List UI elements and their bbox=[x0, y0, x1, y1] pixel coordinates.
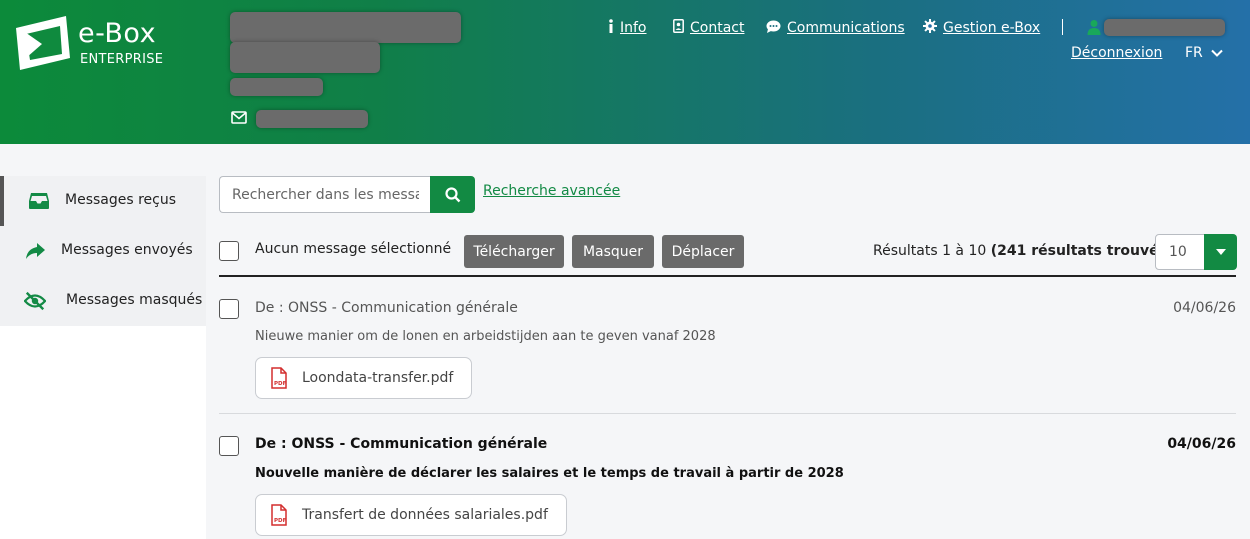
nav-gestion-link[interactable]: Gestion e-Box bbox=[943, 20, 1040, 36]
message-date: 04/06/26 bbox=[1167, 436, 1236, 452]
per-page-dropdown-button[interactable] bbox=[1204, 234, 1237, 270]
move-button[interactable]: Déplacer bbox=[662, 235, 744, 268]
search-button[interactable] bbox=[430, 176, 475, 213]
sidebar-item-sent[interactable]: Messages envoyés bbox=[0, 226, 206, 276]
redacted-company-name bbox=[230, 12, 461, 43]
message-checkbox[interactable] bbox=[219, 299, 239, 319]
attachment-chip[interactable]: PDF Loondata-transfer.pdf bbox=[255, 357, 473, 399]
download-button[interactable]: Télécharger bbox=[464, 235, 564, 268]
per-page-value: 10 bbox=[1169, 244, 1187, 260]
nav-separator bbox=[1062, 19, 1063, 35]
message-date: 04/06/26 bbox=[1173, 300, 1236, 316]
nav-communications[interactable]: Communications bbox=[766, 17, 905, 39]
language-label: FR bbox=[1185, 45, 1203, 61]
message-checkbox[interactable] bbox=[219, 436, 239, 456]
attachment-name: Loondata-transfer.pdf bbox=[302, 370, 454, 386]
svg-text:PDF: PDF bbox=[274, 381, 287, 387]
redacted-company-name-2 bbox=[230, 42, 380, 73]
message-row[interactable]: De : ONSS - Communication générale 04/06… bbox=[219, 277, 1236, 414]
main-content: Recherche avancée Aucun message sélectio… bbox=[206, 144, 1250, 539]
logo-subtitle: ENTERPRISE bbox=[80, 52, 164, 67]
inbox-icon bbox=[29, 193, 49, 209]
ebox-logo-icon bbox=[16, 16, 70, 70]
search-icon bbox=[444, 186, 460, 202]
nav-contact-link[interactable]: Contact bbox=[690, 20, 744, 36]
sidebar: Messages reçus Messages envoyés Messages… bbox=[0, 144, 206, 539]
chat-bubble-icon bbox=[766, 20, 781, 37]
nav-gestion-ebox[interactable]: Gestion e-Box bbox=[923, 17, 1040, 39]
eye-slash-icon bbox=[24, 291, 46, 311]
attachment-name: Transfert de données salariales.pdf bbox=[302, 507, 548, 523]
app-header: e-Box ENTERPRISE Info Contact Communicat… bbox=[0, 0, 1250, 144]
nav-info-link[interactable]: Info bbox=[620, 20, 647, 36]
user-icon bbox=[1087, 20, 1101, 35]
pdf-file-icon: PDF bbox=[271, 504, 287, 526]
sidebar-item-hidden[interactable]: Messages masqués bbox=[0, 276, 206, 326]
results-range: Résultats 1 à 10 bbox=[873, 243, 987, 259]
contact-card-icon bbox=[673, 19, 684, 37]
info-icon bbox=[608, 19, 614, 37]
caret-down-icon bbox=[1215, 249, 1226, 255]
selection-status: Aucun message sélectionné bbox=[255, 241, 452, 257]
redacted-email bbox=[256, 110, 368, 128]
results-summary: Résultats 1 à 10 (241 résultats trouvés) bbox=[873, 243, 1173, 259]
results-count: (241 résultats trouvés) bbox=[990, 243, 1174, 259]
ebox-logo[interactable]: e-Box ENTERPRISE bbox=[12, 14, 172, 74]
select-all-checkbox[interactable] bbox=[219, 241, 239, 261]
message-row[interactable]: De : ONSS - Communication générale 04/06… bbox=[219, 414, 1236, 539]
message-subject[interactable]: Nieuwe manier om de lonen en arbeidstijd… bbox=[255, 329, 716, 344]
nav-contact[interactable]: Contact bbox=[673, 17, 744, 39]
nav-communications-link[interactable]: Communications bbox=[787, 20, 905, 36]
language-selector[interactable]: FR bbox=[1185, 45, 1223, 61]
attachment-chip[interactable]: PDF Transfert de données salariales.pdf bbox=[255, 494, 567, 536]
pdf-file-icon: PDF bbox=[271, 367, 287, 389]
chevron-down-icon bbox=[1211, 49, 1223, 57]
sidebar-item-received[interactable]: Messages reçus bbox=[0, 176, 206, 226]
message-subject[interactable]: Nouvelle manière de déclarer les salaire… bbox=[255, 466, 844, 481]
logout-link[interactable]: Déconnexion bbox=[1071, 45, 1162, 61]
per-page-select[interactable]: 10 bbox=[1155, 234, 1237, 270]
sidebar-item-label: Messages reçus bbox=[65, 192, 177, 208]
hide-button[interactable]: Masquer bbox=[572, 235, 654, 268]
svg-text:PDF: PDF bbox=[274, 518, 287, 524]
message-sender: De : ONSS - Communication générale bbox=[255, 436, 548, 452]
redacted-company-id bbox=[230, 78, 323, 96]
advanced-search-link[interactable]: Recherche avancée bbox=[483, 183, 620, 199]
sidebar-item-label: Messages envoyés bbox=[61, 242, 193, 258]
logo-title: e-Box bbox=[78, 18, 157, 49]
redacted-user-name bbox=[1104, 19, 1225, 36]
envelope-icon bbox=[231, 111, 247, 124]
gear-icon bbox=[923, 19, 937, 37]
message-sender: De : ONSS - Communication générale bbox=[255, 300, 518, 316]
sidebar-item-label: Messages masqués bbox=[66, 292, 203, 308]
nav-info[interactable]: Info bbox=[608, 17, 647, 39]
share-arrow-icon bbox=[26, 243, 45, 259]
search-input[interactable] bbox=[219, 176, 431, 213]
